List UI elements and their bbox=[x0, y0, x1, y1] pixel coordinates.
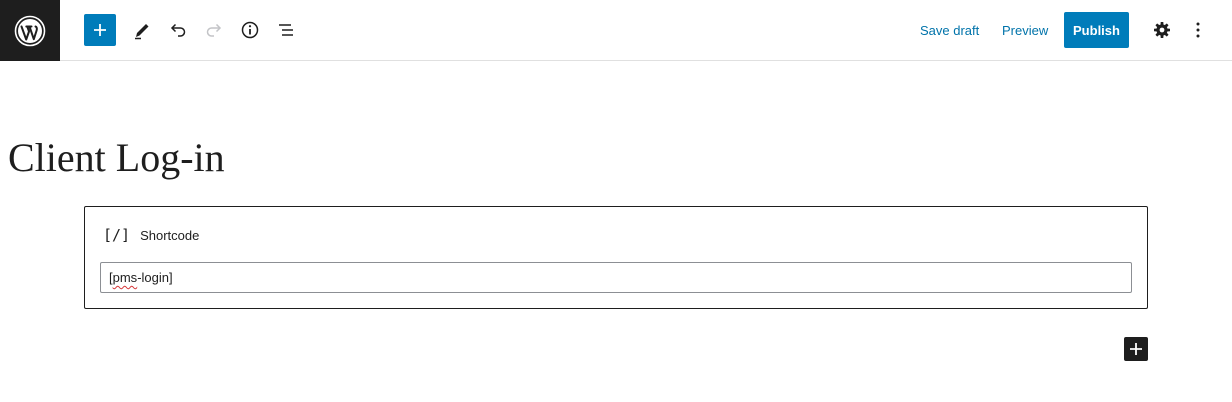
wordpress-logo-button[interactable] bbox=[0, 0, 60, 61]
block-inserter-button[interactable] bbox=[1124, 337, 1148, 361]
list-view-button[interactable] bbox=[270, 14, 302, 46]
more-options-button[interactable] bbox=[1182, 14, 1214, 46]
shortcode-input[interactable]: [pms-login] bbox=[100, 262, 1132, 293]
save-draft-button[interactable]: Save draft bbox=[920, 22, 979, 40]
details-button[interactable] bbox=[234, 14, 266, 46]
add-block-button[interactable] bbox=[84, 14, 116, 46]
shortcode-block[interactable]: [/] Shortcode [pms-login] bbox=[84, 206, 1148, 309]
editor-header: Save draft Preview Publish bbox=[0, 0, 1232, 61]
shortcode-block-header: [/] Shortcode bbox=[103, 226, 199, 244]
list-view-icon bbox=[279, 24, 293, 36]
redo-icon bbox=[206, 23, 222, 37]
preview-button[interactable]: Preview bbox=[1002, 22, 1048, 40]
shortcode-icon: [/] bbox=[103, 226, 131, 244]
shortcode-value-suffix: -login] bbox=[137, 270, 173, 285]
undo-icon bbox=[170, 23, 186, 37]
edit-tools-button[interactable] bbox=[126, 14, 158, 46]
publish-button[interactable]: Publish bbox=[1064, 12, 1129, 48]
post-title[interactable]: Client Log-in bbox=[8, 133, 225, 183]
plus-icon bbox=[94, 24, 106, 36]
plus-icon bbox=[1130, 343, 1142, 355]
shortcode-block-label: Shortcode bbox=[140, 227, 200, 243]
settings-button[interactable] bbox=[1146, 14, 1178, 46]
gear-icon bbox=[1154, 22, 1170, 38]
wordpress-logo-icon bbox=[14, 15, 46, 46]
undo-button[interactable] bbox=[162, 14, 194, 46]
shortcode-value-misspelled: pms bbox=[112, 270, 138, 285]
more-vertical-icon bbox=[1196, 22, 1200, 38]
pencil-icon bbox=[135, 24, 149, 40]
info-icon bbox=[241, 21, 259, 39]
redo-button[interactable] bbox=[198, 14, 230, 46]
